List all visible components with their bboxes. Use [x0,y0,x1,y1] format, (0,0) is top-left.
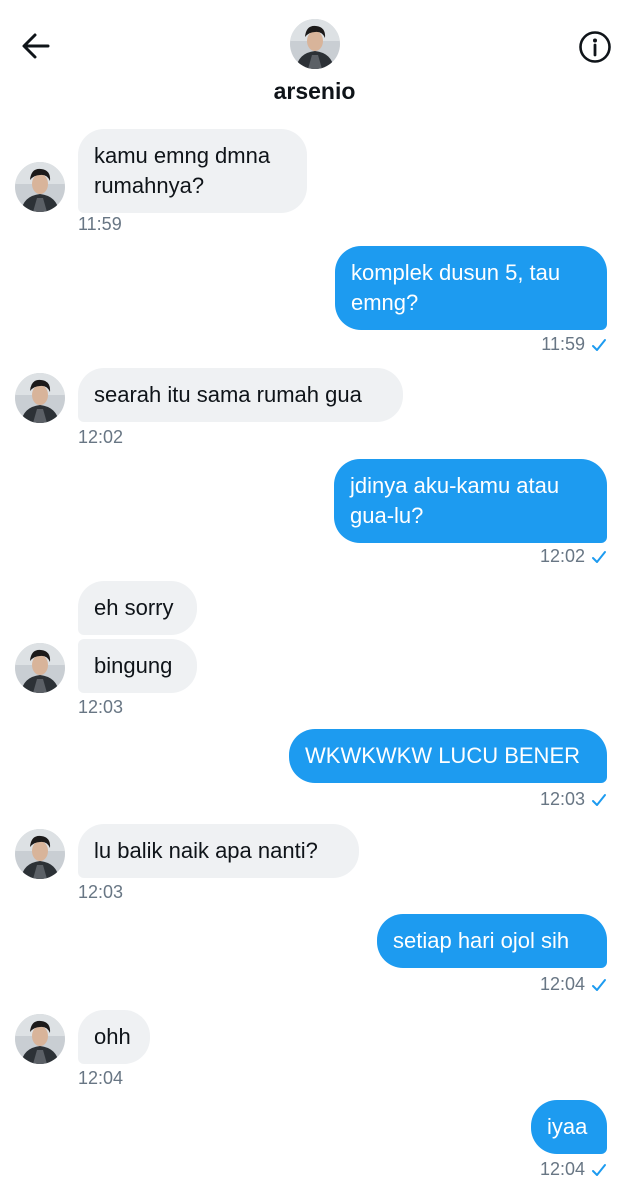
message-time: 12:04 [78,1068,124,1088]
message-time: 11:59 [541,334,585,354]
message-time-row: 12:02 [540,546,607,567]
message-bubble-incoming: lu balik naik apa nanti? [78,824,359,878]
info-icon [579,31,611,63]
message-bubble-outgoing: komplek dusun 5, tau emng? [335,246,607,330]
message-time-row: 12:03 [540,789,607,810]
message-bubble-incoming: eh sorry [78,581,197,635]
chat-header: arsenio [0,0,629,118]
message-time-row: 11:59 [541,334,607,355]
avatar[interactable] [15,373,65,423]
message-time: 12:02 [539,546,585,566]
contact-name[interactable]: arsenio [0,78,629,105]
check-icon [592,338,606,351]
message-time: 12:04 [539,974,585,994]
back-button[interactable] [18,28,54,64]
avatar[interactable] [15,162,65,212]
message-bubble-outgoing: jdinya aku-kamu atau gua-lu? [334,459,607,543]
message-time: 12:02 [78,427,124,447]
message-time: 11:59 [78,214,122,234]
arrow-left-icon [22,33,50,59]
message-bubble-incoming: bingung [78,639,197,693]
check-icon [592,1163,606,1176]
message-bubble-outgoing: iyaa [531,1100,607,1154]
avatar[interactable] [15,1014,65,1064]
message-time: 12:03 [78,882,124,902]
check-icon [592,793,606,806]
header-avatar[interactable] [290,19,340,69]
info-button[interactable] [578,30,612,64]
message-bubble-outgoing: setiap hari ojol sih [377,914,607,968]
avatar[interactable] [15,829,65,879]
message-bubble-incoming: ohh [78,1010,150,1064]
message-time: 12:03 [539,789,585,809]
check-icon [592,550,606,563]
message-time-row: 12:04 [540,1159,607,1180]
message-bubble-incoming: searah itu sama rumah gua [78,368,403,422]
message-time: 12:03 [78,697,124,717]
message-time: 12:04 [539,1159,585,1179]
message-bubble-outgoing: WKWKWKW LUCU BENER [289,729,607,783]
avatar[interactable] [15,643,65,693]
message-bubble-incoming: kamu emng dmna rumahnya? [78,129,307,213]
check-icon [592,978,606,991]
message-time-row: 12:04 [540,974,607,995]
